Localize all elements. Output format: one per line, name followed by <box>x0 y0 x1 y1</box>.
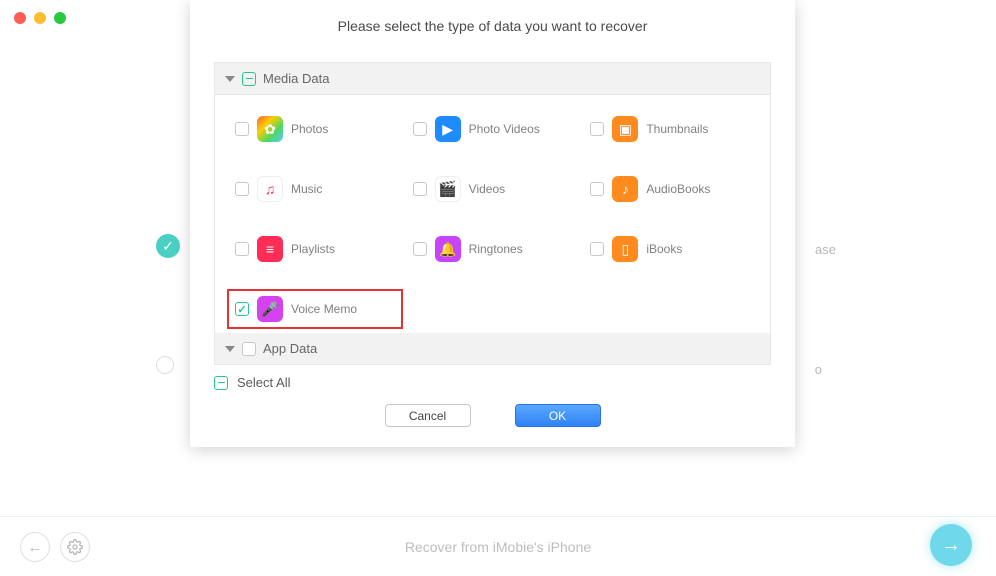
photos-icon: ✿ <box>257 116 283 142</box>
checkbox-playlists[interactable] <box>235 242 249 256</box>
item-photo-videos[interactable]: ▶ Photo Videos <box>407 111 579 147</box>
dialog-buttons: Cancel OK <box>190 404 795 427</box>
item-voice-memo[interactable]: ✓ 🎤 Voice Memo <box>227 289 403 329</box>
music-icon: ♫ <box>257 176 283 202</box>
checkbox-audiobooks[interactable] <box>590 182 604 196</box>
checkbox-music[interactable] <box>235 182 249 196</box>
item-playlists[interactable]: ≡ Playlists <box>229 231 401 267</box>
back-button[interactable]: ← <box>20 532 50 562</box>
playlists-icon: ≡ <box>257 236 283 262</box>
checkbox-videos[interactable] <box>413 182 427 196</box>
chevron-down-icon <box>225 346 235 352</box>
select-all-checkbox[interactable] <box>214 376 228 390</box>
chevron-down-icon <box>225 76 235 82</box>
window-close-button[interactable] <box>14 12 26 24</box>
label-ringtones: Ringtones <box>469 242 523 256</box>
bg-text-1: ase <box>815 242 836 257</box>
next-button[interactable]: → <box>930 524 972 566</box>
select-all-label: Select All <box>237 375 290 390</box>
step-radio-icon <box>156 356 174 374</box>
section-header-app[interactable]: App Data <box>215 333 770 364</box>
gear-icon <box>67 539 83 555</box>
videos-icon: 🎬 <box>435 176 461 202</box>
media-items-grid: ✿ Photos ▶ Photo Videos ▣ Thumbnails ♫ M… <box>215 95 770 333</box>
select-all-row[interactable]: Select All <box>214 375 771 390</box>
label-videos: Videos <box>469 182 505 196</box>
item-thumbnails[interactable]: ▣ Thumbnails <box>584 111 756 147</box>
label-photo-videos: Photo Videos <box>469 122 540 136</box>
checkbox-ibooks[interactable] <box>590 242 604 256</box>
label-ibooks: iBooks <box>646 242 682 256</box>
ringtones-icon: 🔔 <box>435 236 461 262</box>
ok-button[interactable]: OK <box>515 404 601 427</box>
voice-memo-icon: 🎤 <box>257 296 283 322</box>
data-type-sections: Media Data ✿ Photos ▶ Photo Videos ▣ Thu… <box>214 62 771 365</box>
label-music: Music <box>291 182 322 196</box>
item-photos[interactable]: ✿ Photos <box>229 111 401 147</box>
label-playlists: Playlists <box>291 242 335 256</box>
window-controls <box>14 12 66 24</box>
media-section-checkbox[interactable] <box>242 72 256 86</box>
label-photos: Photos <box>291 122 328 136</box>
window-maximize-button[interactable] <box>54 12 66 24</box>
item-audiobooks[interactable]: ♪ AudioBooks <box>584 171 756 207</box>
photo-videos-icon: ▶ <box>435 116 461 142</box>
recover-type-dialog: Please select the type of data you want … <box>190 0 795 447</box>
footer-bar: Recover from iMobie's iPhone <box>0 516 996 576</box>
app-section-checkbox[interactable] <box>242 342 256 356</box>
dialog-title: Please select the type of data you want … <box>190 18 795 34</box>
label-voice-memo: Voice Memo <box>291 302 357 316</box>
thumbnails-icon: ▣ <box>612 116 638 142</box>
label-audiobooks: AudioBooks <box>646 182 710 196</box>
window-minimize-button[interactable] <box>34 12 46 24</box>
label-thumbnails: Thumbnails <box>646 122 708 136</box>
checkbox-voice-memo[interactable]: ✓ <box>235 302 249 316</box>
footer-text: Recover from iMobie's iPhone <box>405 539 591 555</box>
cancel-button[interactable]: Cancel <box>385 404 471 427</box>
checkbox-thumbnails[interactable] <box>590 122 604 136</box>
ibooks-icon: ▯ <box>612 236 638 262</box>
item-ringtones[interactable]: 🔔 Ringtones <box>407 231 579 267</box>
media-section-title: Media Data <box>263 71 329 86</box>
checkbox-photo-videos[interactable] <box>413 122 427 136</box>
section-header-media[interactable]: Media Data <box>215 63 770 95</box>
item-music[interactable]: ♫ Music <box>229 171 401 207</box>
settings-button[interactable] <box>60 532 90 562</box>
app-section-title: App Data <box>263 341 317 356</box>
step-check-icon: ✓ <box>156 234 180 258</box>
checkbox-ringtones[interactable] <box>413 242 427 256</box>
item-videos[interactable]: 🎬 Videos <box>407 171 579 207</box>
item-ibooks[interactable]: ▯ iBooks <box>584 231 756 267</box>
bg-text-2: o <box>815 362 822 377</box>
checkbox-photos[interactable] <box>235 122 249 136</box>
audiobooks-icon: ♪ <box>612 176 638 202</box>
